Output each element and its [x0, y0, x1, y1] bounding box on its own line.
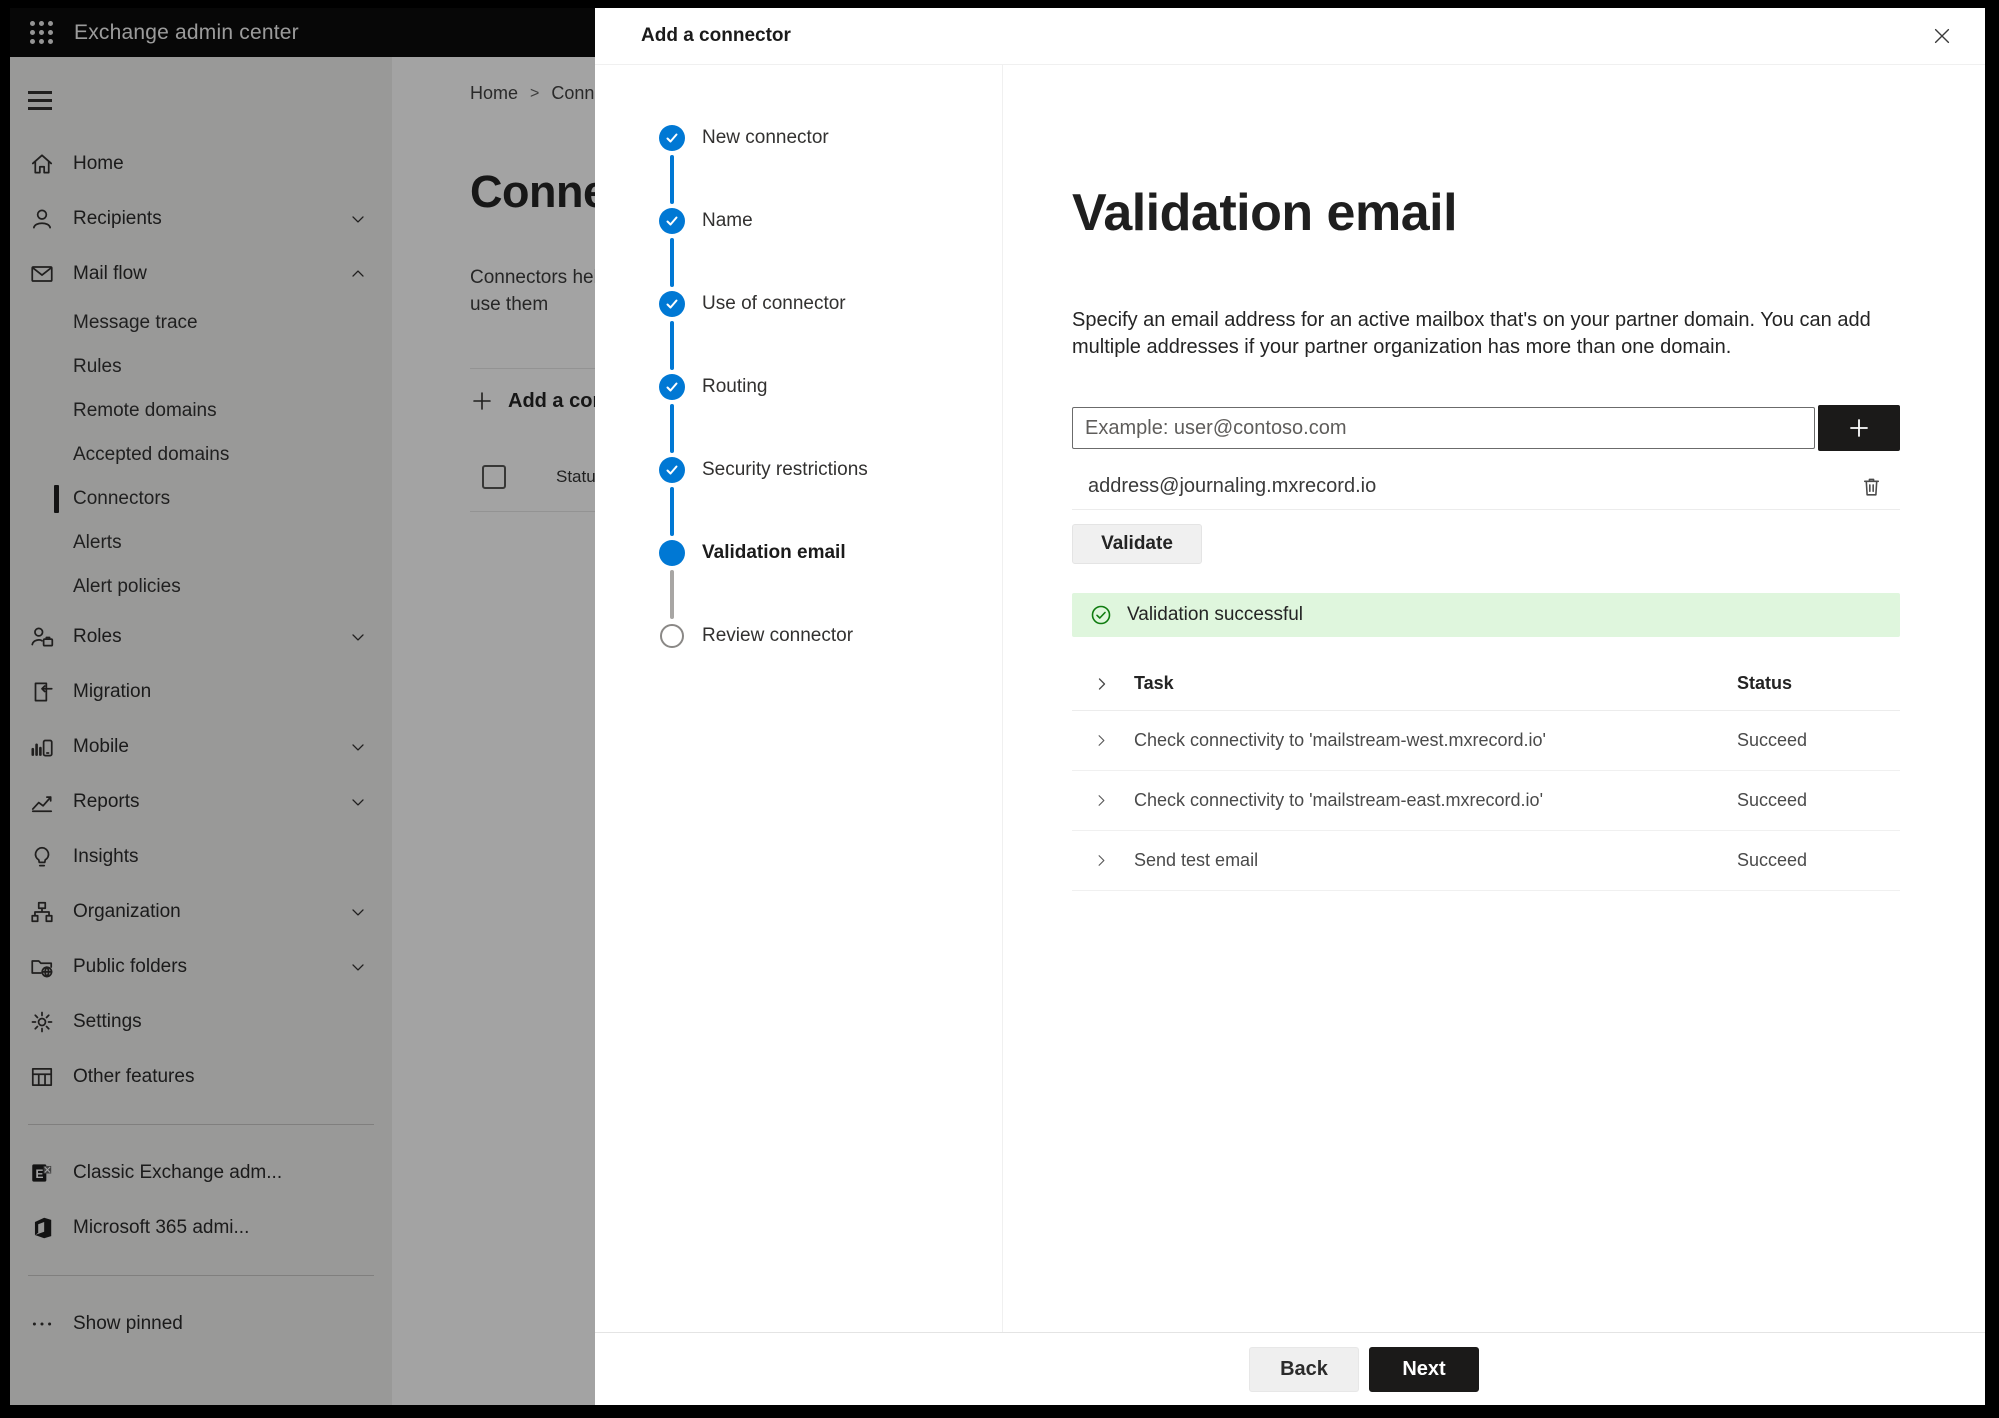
results-header-row: Task Status — [1072, 657, 1900, 711]
validation-results-table: Task Status Check connectivity to 'mails… — [1072, 657, 1900, 891]
status-cell: Succeed — [1737, 850, 1808, 870]
step-check-icon — [659, 457, 685, 483]
divider — [1072, 509, 1900, 510]
content-heading: Validation email — [1072, 184, 1458, 242]
next-button[interactable]: Next — [1369, 1346, 1479, 1392]
delete-address-icon[interactable] — [1854, 469, 1888, 503]
expand-row-chevron-icon[interactable] — [1072, 851, 1130, 870]
add-connector-panel: Add a connector New connector Name Use o… — [595, 8, 1985, 1405]
step-upcoming-dot — [660, 624, 684, 648]
step-active-dot — [659, 540, 685, 566]
expand-row-chevron-icon[interactable] — [1072, 791, 1130, 810]
panel-footer: Back Next — [595, 1332, 1985, 1405]
result-row: Send test email Succeed — [1072, 831, 1900, 891]
result-row: Check connectivity to 'mailstream-east.m… — [1072, 771, 1900, 831]
validate-button[interactable]: Validate — [1072, 524, 1202, 564]
task-cell: Send test email — [1134, 850, 1259, 870]
step-validation-email[interactable]: Validation email — [659, 540, 1002, 623]
step-check-icon — [659, 208, 685, 234]
app-window: Exchange admin center Home Recipients Ma… — [10, 8, 1985, 1405]
step-check-icon — [659, 125, 685, 151]
task-cell: Check connectivity to 'mailstream-west.m… — [1134, 730, 1546, 750]
email-input-row — [1072, 405, 1900, 451]
panel-header: Add a connector — [595, 8, 1985, 65]
task-column-header: Task — [1134, 673, 1174, 693]
status-column-header: Status — [1737, 673, 1793, 693]
content-description: Specify an email address for an active m… — [1072, 309, 1871, 358]
email-input[interactable] — [1072, 407, 1815, 449]
step-review-connector[interactable]: Review connector — [659, 623, 1002, 706]
close-icon[interactable] — [1925, 19, 1959, 53]
step-routing[interactable]: Routing — [659, 374, 1002, 457]
step-name[interactable]: Name — [659, 208, 1002, 291]
panel-title: Add a connector — [641, 25, 791, 46]
task-cell: Check connectivity to 'mailstream-east.m… — [1134, 790, 1544, 810]
result-row: Check connectivity to 'mailstream-west.m… — [1072, 711, 1900, 771]
step-check-icon — [659, 374, 685, 400]
step-new-connector[interactable]: New connector — [659, 125, 1002, 208]
success-check-icon — [1091, 605, 1111, 625]
expand-all-chevron-icon[interactable] — [1072, 674, 1130, 694]
step-use-of-connector[interactable]: Use of connector — [659, 291, 1002, 374]
expand-row-chevron-icon[interactable] — [1072, 731, 1130, 750]
add-address-button[interactable] — [1818, 405, 1900, 451]
screenshot-frame: Exchange admin center Home Recipients Ma… — [0, 0, 1999, 1418]
added-address-row: address@journaling.mxrecord.io — [1072, 463, 1900, 509]
status-cell: Succeed — [1737, 730, 1808, 750]
step-check-icon — [659, 291, 685, 317]
plus-icon — [1850, 419, 1868, 437]
wizard-steps: New connector Name Use of connector Rout… — [595, 65, 1003, 1332]
success-banner-text: Validation successful — [1127, 604, 1304, 625]
status-cell: Succeed — [1737, 790, 1808, 810]
step-security-restrictions[interactable]: Security restrictions — [659, 457, 1002, 540]
validation-email-content: Validation email Specify an email addres… — [1003, 65, 1985, 1332]
success-banner: Validation successful — [1072, 593, 1900, 637]
back-button[interactable]: Back — [1249, 1346, 1359, 1392]
added-address: address@journaling.mxrecord.io — [1088, 474, 1377, 497]
